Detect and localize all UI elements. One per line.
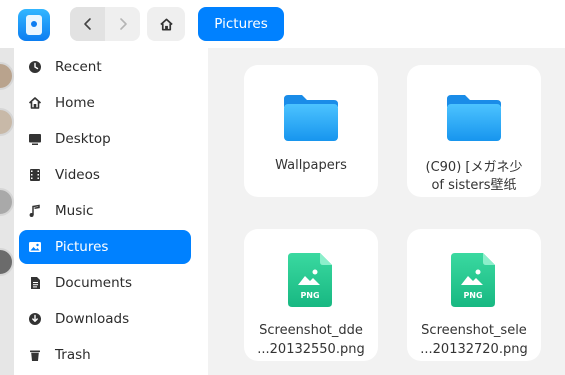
- chevron-right-icon: [119, 18, 127, 30]
- file-name-continued: of sisters壁纸: [431, 178, 517, 193]
- sidebar-item-recent[interactable]: Recent: [19, 50, 191, 84]
- sidebar-item-documents[interactable]: Documents: [19, 266, 191, 300]
- avatar: [0, 108, 14, 136]
- sidebar-item-label: Trash: [55, 347, 91, 363]
- file-item-screenshot-dde[interactable]: PNG Screenshot_dde ...20132550.png: [244, 229, 378, 361]
- music-note-icon: [27, 203, 43, 219]
- png-badge: PNG: [463, 291, 482, 300]
- file-name: Screenshot_dde: [259, 323, 363, 338]
- sidebar-item-label: Recent: [55, 59, 102, 75]
- trash-icon: [27, 347, 43, 363]
- file-name: (C90) [メガネ少: [425, 160, 523, 175]
- back-button[interactable]: [70, 7, 105, 41]
- film-icon: [27, 167, 43, 183]
- file-name: Screenshot_sele: [421, 323, 527, 338]
- sidebar-item-desktop[interactable]: Desktop: [19, 122, 191, 156]
- chevron-left-icon: [83, 18, 91, 30]
- file-name-continued: ...20132550.png: [257, 342, 365, 357]
- sidebar-item-label: Pictures: [55, 239, 109, 255]
- file-item-wallpapers[interactable]: Wallpapers: [244, 65, 378, 197]
- folder-icon: [284, 95, 338, 141]
- folder-icon: [447, 95, 501, 141]
- sidebar-item-label: Home: [55, 95, 95, 111]
- sidebar: Recent Home Desktop Videos Music Picture…: [14, 48, 208, 375]
- home-icon: [27, 95, 43, 111]
- document-icon: [27, 275, 43, 291]
- png-badge: PNG: [300, 291, 319, 300]
- image-icon: [27, 239, 43, 255]
- file-item-screenshot-sele[interactable]: PNG Screenshot_sele ...20132720.png: [407, 229, 541, 361]
- sidebar-item-downloads[interactable]: Downloads: [19, 302, 191, 336]
- sidebar-item-label: Desktop: [55, 131, 111, 147]
- avatar: [0, 248, 14, 276]
- file-name: Wallpapers: [275, 158, 347, 173]
- png-image-icon: PNG: [288, 253, 332, 307]
- sidebar-item-home[interactable]: Home: [19, 86, 191, 120]
- sidebar-item-label: Videos: [55, 167, 100, 183]
- sidebar-item-label: Documents: [55, 275, 132, 291]
- file-name-continued: ...20132720.png: [420, 342, 528, 357]
- home-icon: [159, 18, 173, 30]
- avatar: [0, 62, 14, 90]
- home-button[interactable]: [147, 7, 185, 41]
- file-grid: Wallpapers (C90) [メガネ少 of sisters壁纸 PNG …: [208, 48, 565, 375]
- forward-button[interactable]: [105, 7, 140, 41]
- file-item-c90-folder[interactable]: (C90) [メガネ少 of sisters壁纸: [407, 65, 541, 197]
- sidebar-item-label: Music: [55, 203, 94, 219]
- title-bar: Pictures: [0, 0, 565, 48]
- avatar: [0, 188, 14, 216]
- breadcrumb-pictures[interactable]: Pictures: [198, 7, 284, 41]
- png-image-icon: PNG: [451, 253, 495, 307]
- navigation-buttons: [70, 7, 140, 41]
- sidebar-item-trash[interactable]: Trash: [19, 338, 191, 372]
- desktop-icon: [27, 131, 43, 147]
- sidebar-item-pictures[interactable]: Pictures: [19, 230, 191, 264]
- sidebar-item-videos[interactable]: Videos: [19, 158, 191, 192]
- sidebar-item-music[interactable]: Music: [19, 194, 191, 228]
- background-window-edge: [0, 48, 14, 375]
- file-manager-icon[interactable]: [18, 9, 50, 41]
- download-icon: [27, 311, 43, 327]
- sidebar-item-label: Downloads: [55, 311, 130, 327]
- clock-icon: [27, 59, 43, 75]
